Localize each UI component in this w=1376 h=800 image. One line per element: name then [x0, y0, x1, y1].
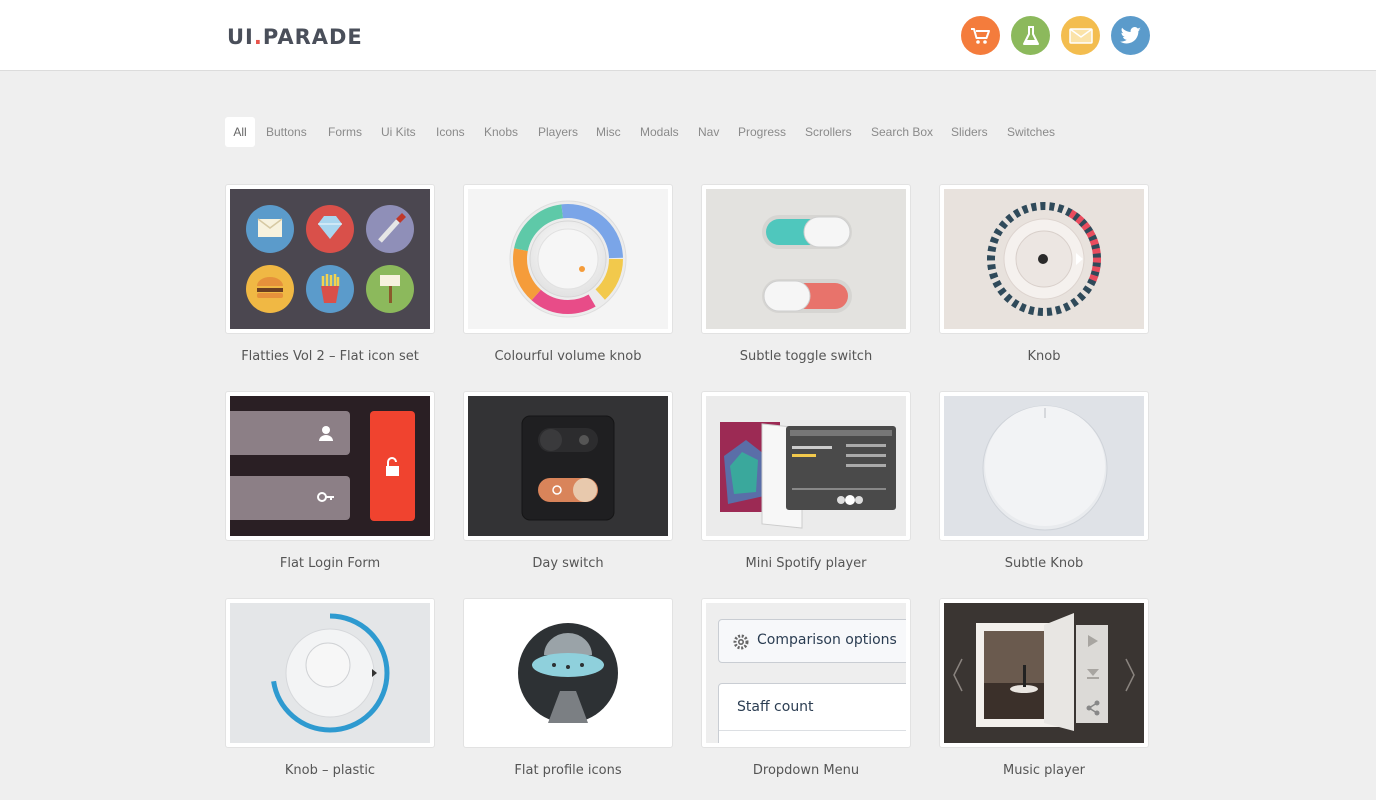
- item-thumbnail: [468, 189, 668, 329]
- item-card[interactable]: [225, 184, 435, 334]
- filter-ui-kits[interactable]: Ui Kits: [381, 117, 416, 147]
- item-title[interactable]: Day switch: [463, 556, 673, 571]
- login-form-preview: [230, 411, 415, 521]
- item-thumbnail: [468, 396, 668, 536]
- logo-text-parade: PARADE: [262, 25, 363, 49]
- filter-misc[interactable]: Misc: [596, 117, 621, 147]
- filter-forms[interactable]: Forms: [328, 117, 362, 147]
- item-title[interactable]: Flatties Vol 2 – Flat icon set: [225, 349, 435, 364]
- music-player-preview: [953, 613, 1135, 731]
- item-card[interactable]: [939, 598, 1149, 748]
- site-header: UI.PARADE: [0, 0, 1376, 71]
- filter-scrollers[interactable]: Scrollers: [805, 117, 852, 147]
- item-title[interactable]: Knob – plastic: [225, 763, 435, 778]
- item-card[interactable]: [939, 184, 1149, 334]
- filter-switches[interactable]: Switches: [1007, 117, 1055, 147]
- item-card[interactable]: [701, 184, 911, 334]
- knob-preview: [987, 202, 1101, 316]
- dropdown-header: Comparison options: [718, 619, 906, 663]
- item-title[interactable]: Knob: [939, 349, 1149, 364]
- item-title[interactable]: Subtle toggle switch: [701, 349, 911, 364]
- item-card[interactable]: [225, 598, 435, 748]
- twitter-button[interactable]: [1111, 16, 1150, 55]
- item-thumbnail: [944, 189, 1144, 329]
- dropdown-list: Staff count: [718, 683, 906, 743]
- cart-icon: [970, 27, 990, 44]
- filter-all[interactable]: All: [225, 117, 255, 147]
- item-thumbnail: [230, 189, 430, 329]
- item-title[interactable]: Colourful volume knob: [463, 349, 673, 364]
- mail-icon: [1068, 27, 1093, 44]
- item-card[interactable]: [463, 598, 673, 748]
- item-thumbnail: [230, 396, 430, 536]
- item-title[interactable]: Music player: [939, 763, 1149, 778]
- subtle-knob-preview: [982, 405, 1108, 531]
- spotify-player-preview: [720, 422, 896, 529]
- toggle-switch-preview: [762, 215, 852, 313]
- item-card[interactable]: [463, 391, 673, 541]
- day-switch-preview: [521, 415, 615, 521]
- item-title[interactable]: Subtle Knob: [939, 556, 1149, 571]
- lab-button[interactable]: [1011, 16, 1050, 55]
- filter-nav[interactable]: Nav: [698, 117, 719, 147]
- item-thumbnail: [706, 189, 906, 329]
- filter-modals[interactable]: Modals: [640, 117, 679, 147]
- item-thumbnail: [230, 603, 430, 743]
- item-title[interactable]: Flat Login Form: [225, 556, 435, 571]
- item-thumbnail: [944, 396, 1144, 536]
- filter-buttons[interactable]: Buttons: [266, 117, 307, 147]
- item-card[interactable]: Comparison options Staff count: [701, 598, 911, 748]
- item-thumbnail: Comparison options Staff count: [706, 603, 906, 743]
- item-title[interactable]: Flat profile icons: [463, 763, 673, 778]
- filter-search-box[interactable]: Search Box: [871, 117, 933, 147]
- item-card[interactable]: [463, 184, 673, 334]
- flask-icon: [1022, 25, 1039, 45]
- profile-icons-preview: [518, 623, 618, 723]
- filter-knobs[interactable]: Knobs: [484, 117, 518, 147]
- site-logo[interactable]: UI.PARADE: [227, 24, 363, 50]
- item-title[interactable]: Dropdown Menu: [701, 763, 911, 778]
- item-card[interactable]: [939, 391, 1149, 541]
- volume-knob-preview: [509, 200, 627, 318]
- filter-players[interactable]: Players: [538, 117, 578, 147]
- dropdown-title: Comparison options: [757, 632, 897, 648]
- flat-icons-preview: [246, 205, 414, 313]
- item-card[interactable]: [225, 391, 435, 541]
- dropdown-option: Staff count: [737, 699, 814, 715]
- logo-text-ui: UI: [227, 25, 254, 49]
- item-thumbnail: [944, 603, 1144, 743]
- item-title[interactable]: Mini Spotify player: [701, 556, 911, 571]
- filter-sliders[interactable]: Sliders: [951, 117, 988, 147]
- filter-icons[interactable]: Icons: [436, 117, 465, 147]
- cart-button[interactable]: [961, 16, 1000, 55]
- item-card[interactable]: [701, 391, 911, 541]
- logo-dot: .: [253, 25, 263, 49]
- contact-button[interactable]: [1061, 16, 1100, 55]
- item-thumbnail: [468, 603, 668, 743]
- plastic-knob-preview: [270, 613, 390, 733]
- gear-icon: [733, 634, 749, 650]
- twitter-icon: [1119, 26, 1141, 43]
- filter-progress[interactable]: Progress: [738, 117, 786, 147]
- item-thumbnail: [706, 396, 906, 536]
